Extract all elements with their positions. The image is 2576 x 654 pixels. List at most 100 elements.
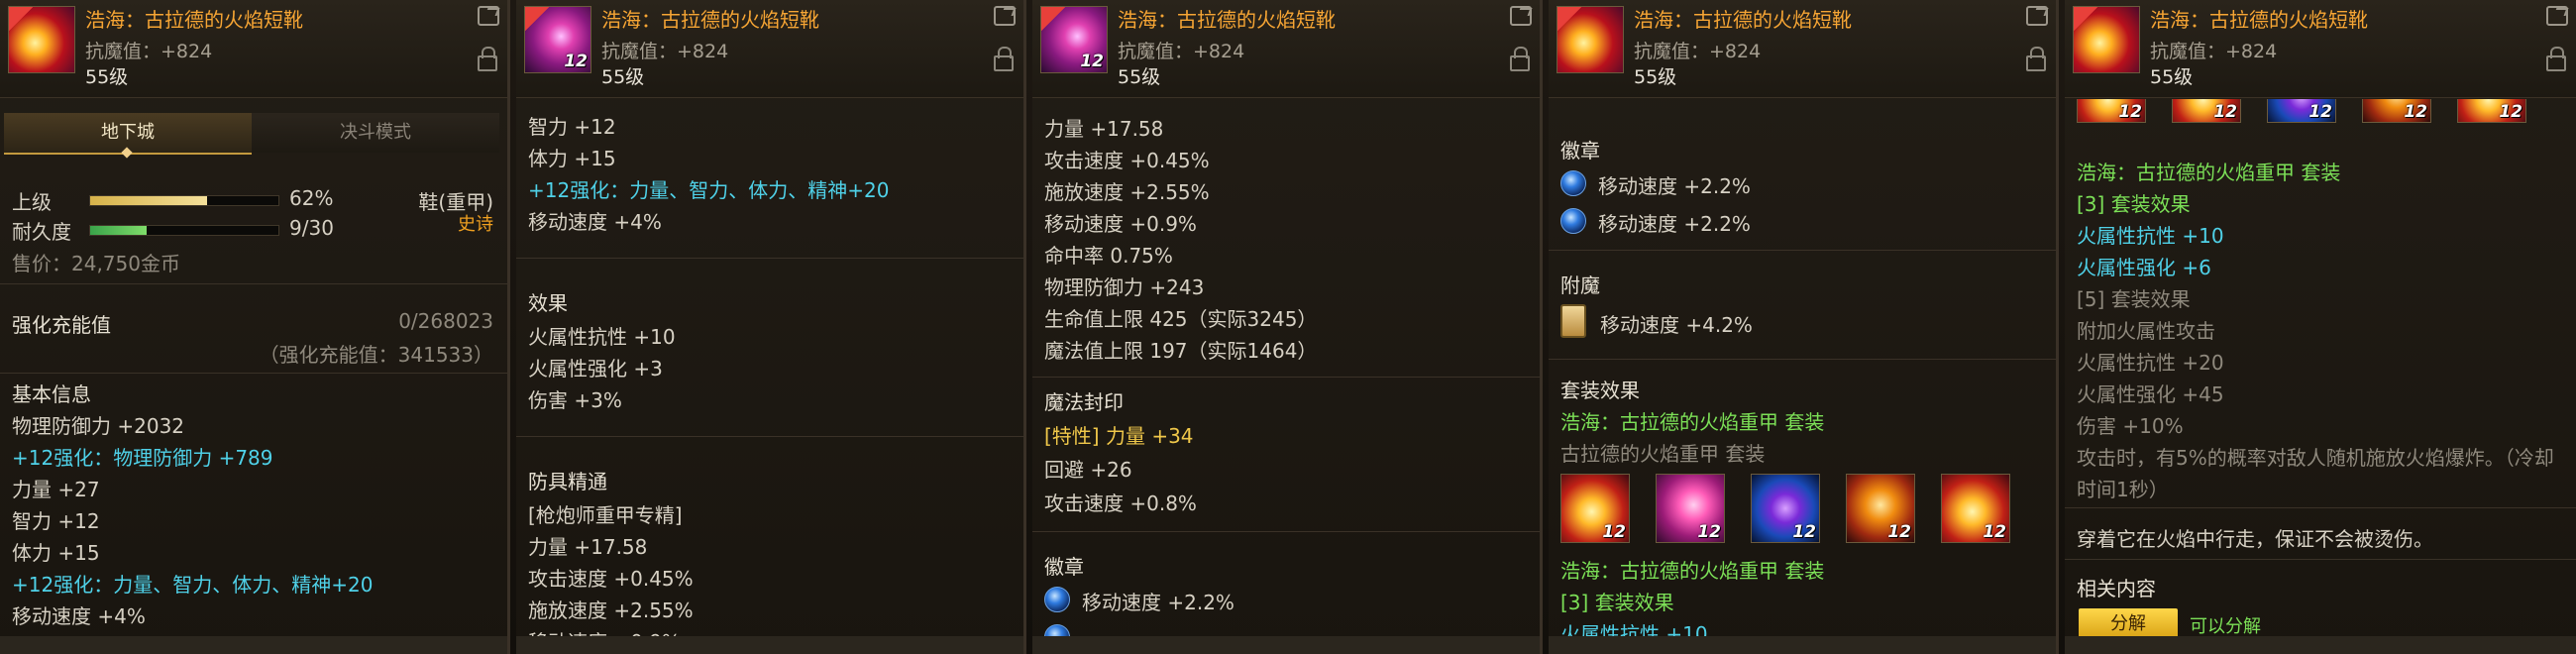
enchant-card-icon <box>1560 304 1586 338</box>
item-header: 12 浩海：古拉德的火焰短靴 抗魔值：+824 55级 <box>1032 0 1540 98</box>
set-piece-icon[interactable]: 12 <box>1656 474 1725 543</box>
mastery-line: 攻击速度 +0.45% <box>528 567 694 591</box>
mastery-line: 施放速度 +2.55% <box>528 599 694 622</box>
emblem-line: 移动速度 +2.2% <box>1598 174 1751 198</box>
tag-icon <box>525 7 549 31</box>
tooltip-panel-4: 浩海：古拉德的火焰短靴 抗魔值：+824 55级 徽章 移动速度 +2.2% 移… <box>1549 0 2059 654</box>
share-icon[interactable] <box>1510 6 1532 26</box>
set-count: [3] 套装效果 <box>1560 591 1674 614</box>
item-name: 浩海：古拉德的火焰短靴 <box>2150 8 2368 32</box>
seal-line: 攻击速度 +0.8% <box>1044 491 1197 515</box>
emblem-title: 徽章 <box>1044 555 1084 579</box>
stat-line: 攻击速度 +0.45% <box>1044 149 1210 172</box>
lock-icon[interactable] <box>478 47 497 71</box>
stat-line: 移动速度 +0.9% <box>1044 212 1197 236</box>
can-disassemble-label: 可以分解 <box>2190 616 2261 637</box>
mastery-title: 防具精通 <box>528 470 607 493</box>
item-header: 浩海：古拉德的火焰短靴 抗魔值：+824 55级 <box>1549 0 2056 98</box>
tooltip-strip: 浩海：古拉德的火焰短靴 抗魔值：+824 55级 地下城 决斗模式 上级 62%… <box>0 0 2576 654</box>
set-piece-icon[interactable]: 12 <box>1846 474 1915 543</box>
emblem-line: 移动速度 +2.2% <box>1598 212 1751 236</box>
anti-magic-value: 抗魔值：+824 <box>2150 41 2278 62</box>
tab-duel[interactable]: 决斗模式 <box>252 113 499 153</box>
lock-icon[interactable] <box>1510 47 1530 71</box>
item-icon <box>8 6 75 73</box>
lock-icon[interactable] <box>2546 47 2566 71</box>
set-piece-icon[interactable]: 12 <box>2077 99 2146 123</box>
emblem-line: 移动速度 +2.2% <box>1082 591 1234 614</box>
stat-line: +12强化：力量、智力、体力、精神+20 <box>528 178 890 202</box>
item-icon <box>1556 6 1624 73</box>
set-piece-icon[interactable]: 12 <box>1560 474 1630 543</box>
set-desc: 攻击时，有5%的概率对敌人随机施放火焰爆炸。（冷却 <box>2077 446 2554 470</box>
stat-line: 体力 +15 <box>528 147 616 170</box>
basic-line: 移动速度 +4% <box>12 604 146 628</box>
durability-value: 9/30 <box>289 216 334 240</box>
set-title: 套装效果 <box>1560 379 1640 402</box>
item-name: 浩海：古拉德的火焰短靴 <box>1634 8 1852 32</box>
item-level: 55级 <box>85 66 129 88</box>
set-name: 浩海：古拉德的火焰重甲 套装 <box>1560 559 1825 583</box>
enchant-line: 移动速度 +4.2% <box>1600 313 1753 337</box>
item-icon <box>2073 6 2140 73</box>
flavor-text: 穿着它在火焰中行走，保证不会被烫伤。 <box>2077 527 2433 551</box>
set-name: 浩海：古拉德的火焰重甲 套装 <box>1560 410 1825 434</box>
lock-icon[interactable] <box>994 47 1014 71</box>
stat-line: 物理防御力 +243 <box>1044 275 1205 299</box>
anti-magic-value: 抗魔值：+824 <box>1634 41 1762 62</box>
emblem-title: 徽章 <box>1560 139 1600 163</box>
set-piece-icon[interactable]: 12 <box>2362 99 2431 123</box>
set-name: 浩海：古拉德的火焰重甲 套装 <box>2077 161 2341 184</box>
stat-line: 移动速度 +4% <box>528 210 662 234</box>
set-piece-icon[interactable]: 12 <box>1941 474 2010 543</box>
share-icon[interactable] <box>478 6 499 26</box>
set-line: 火属性强化 +45 <box>2077 382 2224 406</box>
set-piece-icon[interactable]: 12 <box>2457 99 2526 123</box>
item-icon: 12 <box>524 6 591 73</box>
tag-icon <box>2074 7 2097 31</box>
durability-label: 耐久度 <box>12 220 71 244</box>
tag-icon <box>1557 7 1581 31</box>
basic-line: 力量 +27 <box>12 478 100 501</box>
item-header: 12 浩海：古拉德的火焰短靴 抗魔值：+824 55级 <box>516 0 1023 98</box>
rarity: 史诗 <box>458 214 493 235</box>
grade-bar <box>89 195 279 206</box>
stat-line: 施放速度 +2.55% <box>1044 180 1210 204</box>
charge-label: 强化充能值 <box>12 313 111 337</box>
mastery-sub: [枪炮师重甲专精] <box>528 503 683 527</box>
seal-main: [特性] 力量 +34 <box>1044 424 1194 448</box>
share-icon[interactable] <box>994 6 1016 26</box>
mastery-line: 力量 +17.58 <box>528 535 648 559</box>
item-level: 55级 <box>1118 66 1161 88</box>
item-name: 浩海：古拉德的火焰短靴 <box>85 8 303 32</box>
seal-line: 回避 +26 <box>1044 458 1132 482</box>
item-level: 55级 <box>1634 66 1677 88</box>
tag-icon <box>9 7 33 31</box>
effect-line: 伤害 +3% <box>528 388 622 412</box>
set-line: 附加火属性攻击 <box>2077 319 2215 343</box>
share-icon[interactable] <box>2026 6 2048 26</box>
set-piece-icon[interactable]: 12 <box>2172 99 2241 123</box>
stat-line: 生命值上限 425（实际3245） <box>1044 307 1318 331</box>
anti-magic-value: 抗魔值：+824 <box>601 41 729 62</box>
item-header: 浩海：古拉德的火焰短靴 抗魔值：+824 55级 <box>0 0 507 98</box>
basic-line: 物理防御力 +2032 <box>12 414 185 438</box>
basic-line: +12强化：力量、智力、体力、精神+20 <box>12 573 374 597</box>
share-icon[interactable] <box>2546 6 2568 26</box>
lock-icon[interactable] <box>2026 47 2046 71</box>
effect-title: 效果 <box>528 291 568 315</box>
set-piece-icon[interactable]: 12 <box>1751 474 1820 543</box>
basic-line: 智力 +12 <box>12 509 100 533</box>
related-title: 相关内容 <box>2077 577 2156 600</box>
set-line: 火属性强化 +6 <box>2077 256 2211 279</box>
durability-bar <box>89 225 279 236</box>
stat-line: 智力 +12 <box>528 115 616 139</box>
set-sub: 古拉德的火焰重甲 套装 <box>1560 442 1766 466</box>
item-name: 浩海：古拉德的火焰短靴 <box>601 8 819 32</box>
emblem-orb-icon <box>1560 208 1586 234</box>
anti-magic-value: 抗魔值：+824 <box>85 41 213 62</box>
effect-line: 火属性抗性 +10 <box>528 325 676 349</box>
set-line: 伤害 +10% <box>2077 414 2184 438</box>
enchant-title: 附魔 <box>1560 273 1600 297</box>
set-piece-icon[interactable]: 12 <box>2267 99 2336 123</box>
